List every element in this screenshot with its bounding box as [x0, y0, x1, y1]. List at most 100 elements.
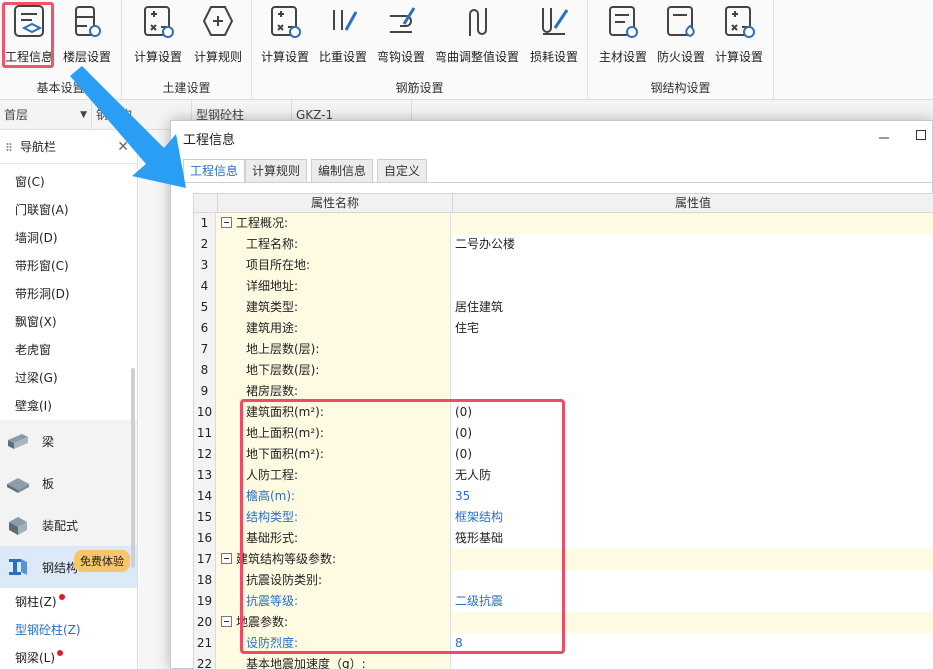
property-value[interactable]: 8	[451, 633, 933, 654]
property-name: 工程概况:	[236, 216, 289, 230]
grid-row[interactable]: 18 抗震设防类别:	[193, 570, 933, 591]
nav-item[interactable]: 钢梁(L)	[0, 644, 137, 669]
rebar-calc-settings-button[interactable]: 计算设置	[256, 4, 314, 66]
grid-row[interactable]: 2 工程名称: 二号办公楼	[193, 234, 933, 255]
grid-group-row[interactable]: 20 地震参数:	[193, 612, 933, 633]
grid-row[interactable]: 7 地上层数(层):	[193, 339, 933, 360]
nav-item[interactable]: 壁龛(I)	[0, 392, 137, 420]
steel-calc-settings-button[interactable]: 计算设置	[710, 4, 768, 66]
nav-scrollbar[interactable]	[131, 368, 135, 568]
row-number: 18	[193, 570, 216, 591]
free-trial-badge[interactable]: 免费体验	[74, 550, 130, 572]
grid-row[interactable]: 11 地上面积(m²): (0)	[193, 423, 933, 444]
property-value[interactable]: 筏形基础	[451, 528, 933, 549]
property-value[interactable]: 框架结构	[451, 507, 933, 528]
row-number: 11	[193, 423, 216, 444]
property-name-cell: 地震参数:	[216, 612, 451, 633]
loss-settings-button[interactable]: 损耗设置	[524, 4, 584, 66]
property-value[interactable]: 35	[451, 486, 933, 507]
property-value[interactable]: 无人防	[451, 465, 933, 486]
tab-compile-info[interactable]: 编制信息	[311, 159, 374, 183]
calc-rules-button[interactable]: 计算规则	[188, 4, 248, 66]
nav-item[interactable]: 带形洞(D)	[0, 280, 137, 308]
property-value[interactable]	[451, 654, 933, 669]
property-value[interactable]: (0)	[451, 423, 933, 444]
property-value[interactable]	[451, 276, 933, 297]
nav-category-slab[interactable]: 板	[0, 462, 137, 504]
tab-project-info[interactable]: 工程信息	[183, 159, 246, 184]
tab-custom[interactable]: 自定义	[377, 159, 428, 183]
property-name: 建筑类型:	[246, 300, 299, 314]
prefab-icon	[9, 517, 27, 535]
row-number: 20	[193, 612, 216, 633]
nav-category-beam[interactable]: 梁	[0, 420, 137, 462]
property-value[interactable]: (0)	[451, 402, 933, 423]
grid-row[interactable]: 14 檐高(m): 35	[193, 486, 933, 507]
nav-category-prefab[interactable]: 装配式	[0, 504, 137, 546]
property-value[interactable]	[451, 549, 933, 570]
grid-group-row[interactable]: 17 建筑结构等级参数:	[193, 549, 933, 570]
nav-item[interactable]: 门联窗(A)	[0, 196, 137, 224]
property-value[interactable]	[451, 612, 933, 633]
civil-calc-settings-button[interactable]: 计算设置	[128, 4, 188, 66]
property-value[interactable]: (0)	[451, 444, 933, 465]
main-material-icon	[609, 6, 638, 38]
property-value[interactable]	[451, 339, 933, 360]
nav-category-steel[interactable]: 钢结构 免费体验	[0, 546, 137, 588]
grid-row[interactable]: 6 建筑用途: 住宅	[193, 318, 933, 339]
property-value[interactable]: 二号办公楼	[451, 234, 933, 255]
nav-item[interactable]: 窗(C)	[0, 168, 137, 196]
grid-row[interactable]: 16 基础形式: 筏形基础	[193, 528, 933, 549]
grid-row[interactable]: 10 建筑面积(m²): (0)	[193, 402, 933, 423]
grid-row[interactable]: 4 详细地址:	[193, 276, 933, 297]
property-value[interactable]	[451, 570, 933, 591]
minimize-icon[interactable]	[874, 123, 894, 143]
property-value[interactable]	[451, 255, 933, 276]
nav-item[interactable]: 老虎窗	[0, 336, 137, 364]
hook-settings-button[interactable]: 弯钩设置	[372, 4, 430, 66]
collapse-icon[interactable]	[221, 616, 232, 627]
property-value[interactable]: 住宅	[451, 318, 933, 339]
property-value[interactable]	[451, 360, 933, 381]
grid-row[interactable]: 19 抗震等级: 二级抗震	[193, 591, 933, 612]
maximize-icon[interactable]	[916, 130, 926, 140]
fireproof-settings-button[interactable]: 防火设置	[652, 4, 710, 66]
floor-settings-button[interactable]: 楼层设置	[58, 4, 116, 66]
grid-row[interactable]: 15 结构类型: 框架结构	[193, 507, 933, 528]
nav-item[interactable]: 带形窗(C)	[0, 252, 137, 280]
close-icon[interactable]: ✕	[117, 130, 129, 164]
nav-item[interactable]: 墙洞(D)	[0, 224, 137, 252]
property-value[interactable]	[451, 213, 933, 234]
property-value[interactable]: 二级抗震	[451, 591, 933, 612]
row-number: 7	[193, 339, 216, 360]
row-number: 15	[193, 507, 216, 528]
calc-settings-icon	[144, 6, 174, 38]
project-info-highlight	[2, 2, 54, 68]
property-name-cell: 项目所在地:	[216, 255, 451, 276]
grid-row[interactable]: 9 裙房层数:	[193, 381, 933, 402]
floor-selector[interactable]: 首层 ▼	[0, 100, 92, 130]
main-material-settings-button[interactable]: 主材设置	[594, 4, 652, 66]
grid-row[interactable]: 13 人防工程: 无人防	[193, 465, 933, 486]
tab-calc-rules[interactable]: 计算规则	[245, 159, 308, 183]
nav-item[interactable]: 钢柱(Z)	[0, 588, 137, 616]
grid-row[interactable]: 22 基本地震加速度（g）:	[193, 654, 933, 669]
nav-item[interactable]: 过梁(G)	[0, 364, 137, 392]
collapse-icon[interactable]	[221, 553, 232, 564]
nav-item[interactable]: 飘窗(X)	[0, 308, 137, 336]
property-name: 人防工程:	[246, 468, 299, 482]
collapse-icon[interactable]	[221, 217, 232, 228]
grid-group-row[interactable]: 1 工程概况:	[193, 213, 933, 234]
grid-row[interactable]: 21 设防烈度: 8	[193, 633, 933, 654]
density-settings-button[interactable]: 比重设置	[314, 4, 372, 66]
grid-row[interactable]: 12 地下面积(m²): (0)	[193, 444, 933, 465]
property-value[interactable]	[451, 381, 933, 402]
grid-row[interactable]: 8 地下层数(层):	[193, 360, 933, 381]
property-value[interactable]: 居住建筑	[451, 297, 933, 318]
bend-adjust-settings-button[interactable]: 弯曲调整值设置	[430, 4, 524, 66]
grid-row[interactable]: 3 项目所在地:	[193, 255, 933, 276]
nav-item-selected[interactable]: 型钢砼柱(Z)	[0, 616, 137, 644]
grid-row[interactable]: 5 建筑类型: 居住建筑	[193, 297, 933, 318]
property-name-cell: 工程概况:	[216, 213, 451, 234]
property-name-cell: 结构类型:	[216, 507, 451, 528]
